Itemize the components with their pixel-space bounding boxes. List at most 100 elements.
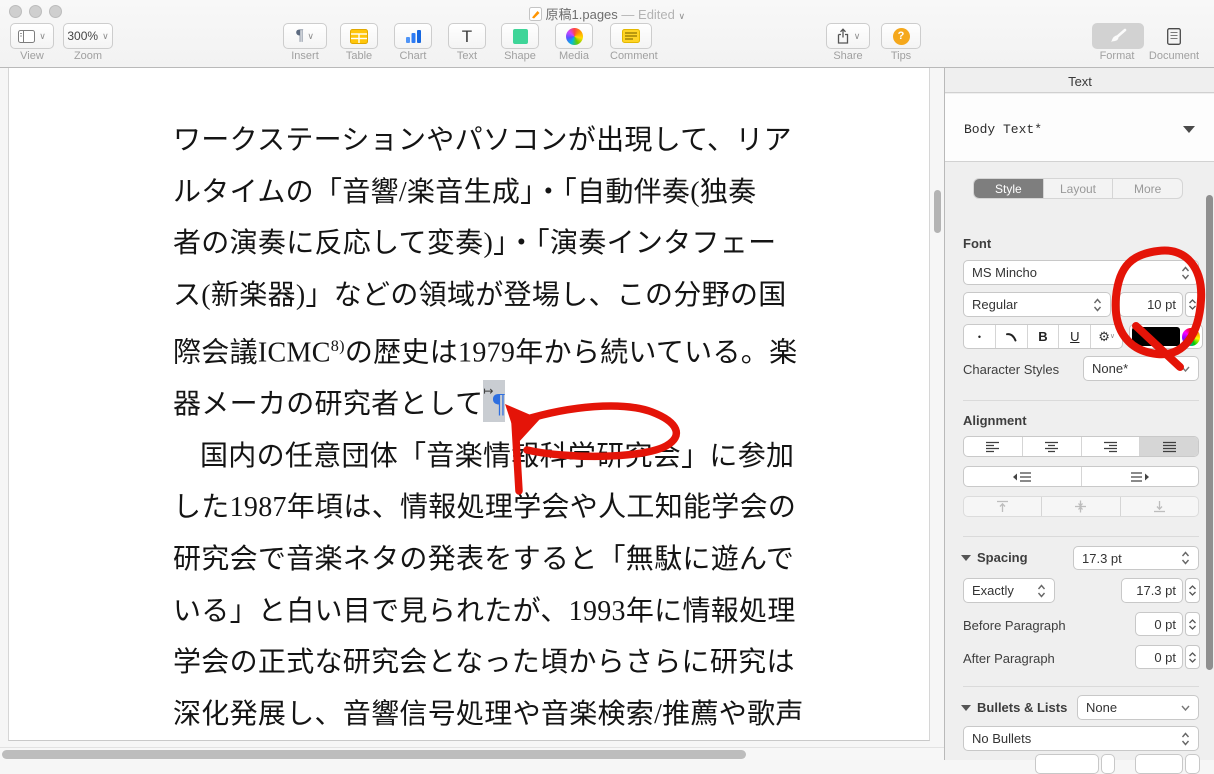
text-color-swatch[interactable] — [1132, 327, 1180, 346]
line-spacing-stepper[interactable] — [1185, 578, 1200, 603]
comment-button[interactable] — [610, 23, 652, 49]
line-spacing-value: 17.3 pt — [1136, 583, 1176, 598]
disclosure-triangle-icon — [1183, 126, 1195, 133]
cutoff-stepper — [1101, 754, 1115, 774]
media-icon — [565, 27, 583, 45]
insert-media-button[interactable] — [555, 23, 593, 49]
text-line: いる」と白い目で見られたが、1993年に情報処理 — [173, 595, 796, 627]
share-label: Share — [833, 50, 863, 62]
align-top-icon — [997, 500, 1009, 512]
chevron-down-icon — [1181, 705, 1190, 711]
bold-b-button[interactable]: B — [1028, 325, 1060, 348]
tab-more[interactable]: More — [1112, 179, 1182, 198]
document-horizontal-scrollbar[interactable] — [2, 750, 746, 759]
chevron-down-icon: ∨ — [39, 30, 46, 41]
bullet-style-select[interactable]: No Bullets — [963, 726, 1199, 751]
text-line: 国内の任意団体「音楽情報科学研究会」に参加 — [200, 440, 795, 472]
format-button[interactable] — [1092, 23, 1144, 49]
advanced-options-button[interactable]: ⚙ ∨ — [1091, 325, 1122, 348]
character-styles-select[interactable]: None* — [1083, 356, 1199, 381]
comment-label: Comment — [610, 50, 658, 62]
spacing-preset-select[interactable]: 17.3 pt — [1073, 546, 1199, 570]
align-left-button[interactable] — [964, 437, 1023, 456]
stepper-chevrons-icon — [1181, 265, 1190, 280]
before-paragraph-stepper[interactable] — [1185, 612, 1200, 636]
document-button[interactable] — [1148, 23, 1200, 49]
document-vertical-scrollbar[interactable] — [934, 190, 941, 233]
insert-table-button[interactable] — [340, 23, 378, 49]
stepper-chevrons-icon — [1181, 731, 1190, 746]
document-page[interactable]: ワークステーションやパソコンが出現して、リア ルタイムの「音響/楽音生成」・「自… — [8, 68, 930, 741]
comment-icon — [622, 29, 640, 43]
selected-invisible-characters[interactable]: ↦ ¶ — [483, 380, 506, 423]
format-inspector: Text Body Text* Style Layout More Font M… — [944, 68, 1214, 774]
bold-button[interactable]: • — [964, 325, 996, 348]
stepper-chevrons-icon — [1093, 297, 1102, 312]
insert-text-button[interactable]: T — [448, 23, 486, 49]
table-label: Table — [345, 50, 373, 62]
document-text: ワークステーションやパソコンが出現して、リア ルタイムの「音響/楽音生成」・「自… — [173, 115, 873, 740]
before-paragraph-value: 0 pt — [1154, 616, 1176, 632]
text-color-well[interactable] — [1129, 324, 1203, 349]
chevron-down-icon: ∨ — [102, 30, 109, 41]
after-paragraph-label: After Paragraph — [963, 651, 1055, 666]
color-wheel-icon[interactable] — [1182, 327, 1200, 346]
shape-icon — [512, 28, 528, 44]
increase-indent-button[interactable] — [1082, 467, 1199, 486]
align-bottom-button[interactable] — [1121, 497, 1198, 516]
text-line: ルタイムの「音響/楽音生成」・「自動伴奏(独奏 — [173, 176, 757, 208]
share-button[interactable]: ∨ — [826, 23, 870, 49]
inspector-scrollbar[interactable] — [1206, 195, 1213, 670]
view-button[interactable]: ∨ — [10, 23, 54, 49]
insert-chart-button[interactable] — [394, 23, 432, 49]
window-title: 原稿1.pages — Edited ∨ — [0, 4, 1214, 23]
spacing-disclosure-icon[interactable] — [961, 554, 971, 561]
spacing-mode-select[interactable]: Exactly — [963, 578, 1055, 603]
indent-buttons — [963, 466, 1199, 487]
font-size-stepper[interactable] — [1185, 292, 1200, 317]
character-styles-value: None* — [1092, 361, 1129, 376]
italic-button[interactable] — [996, 325, 1028, 348]
text-line: 深化発展し、音響信号処理や音楽検索/推薦や歌声 — [173, 698, 804, 730]
insert-shape-button[interactable] — [501, 23, 539, 49]
align-right-icon — [1103, 441, 1117, 452]
stepper-chevrons-icon — [1181, 551, 1190, 565]
bullets-disclosure-icon[interactable] — [961, 704, 971, 711]
zoom-button[interactable]: 300% ∨ — [63, 23, 113, 49]
font-weight-value: Regular — [972, 297, 1018, 312]
before-paragraph-field[interactable]: 0 pt — [1135, 612, 1183, 636]
tab-style[interactable]: Style — [974, 179, 1043, 198]
tips-button[interactable]: ? — [881, 23, 921, 49]
alignment-section-label: Alignment — [963, 413, 1027, 428]
zoom-value: 300% — [67, 29, 99, 43]
after-paragraph-stepper[interactable] — [1185, 645, 1200, 669]
text-line: した1987年頃は、情報処理学会や人工知能学会の — [173, 492, 797, 524]
view-label: View — [20, 50, 44, 62]
font-size-field[interactable]: 10 pt — [1119, 292, 1183, 317]
line-spacing-field[interactable]: 17.3 pt — [1121, 578, 1183, 603]
align-center-button[interactable] — [1023, 437, 1082, 456]
font-family-select[interactable]: MS Mincho — [963, 260, 1199, 285]
align-middle-button[interactable] — [1042, 497, 1121, 516]
vertical-alignment-buttons — [963, 496, 1199, 517]
insert-button[interactable]: ¶ ∨ — [283, 23, 327, 49]
text-line: 研究会で音楽ネタの発表をすると「無駄に遊んで — [173, 544, 795, 576]
character-format-buttons: • B U ⚙ ∨ — [963, 324, 1123, 349]
decrease-indent-button[interactable] — [964, 467, 1082, 486]
align-top-button[interactable] — [964, 497, 1043, 516]
font-weight-select[interactable]: Regular — [963, 292, 1111, 317]
font-family-value: MS Mincho — [972, 265, 1038, 280]
text-line: 学会の正式な研究会となった頃からさらに研究は — [173, 647, 795, 679]
chart-icon — [405, 29, 421, 43]
text-label: Text — [456, 50, 478, 62]
bullets-list-select[interactable]: None — [1077, 695, 1199, 720]
view-panel-icon — [18, 29, 36, 43]
bullet-style-value: No Bullets — [972, 731, 1032, 746]
inspector-title: Text — [945, 68, 1214, 93]
tab-layout[interactable]: Layout — [1042, 179, 1113, 198]
underline-button[interactable]: U — [1059, 325, 1092, 348]
justify-button[interactable] — [1140, 437, 1198, 456]
paragraph-style-selector[interactable]: Body Text* — [945, 94, 1214, 162]
align-right-button[interactable] — [1082, 437, 1141, 456]
after-paragraph-field[interactable]: 0 pt — [1135, 645, 1183, 669]
